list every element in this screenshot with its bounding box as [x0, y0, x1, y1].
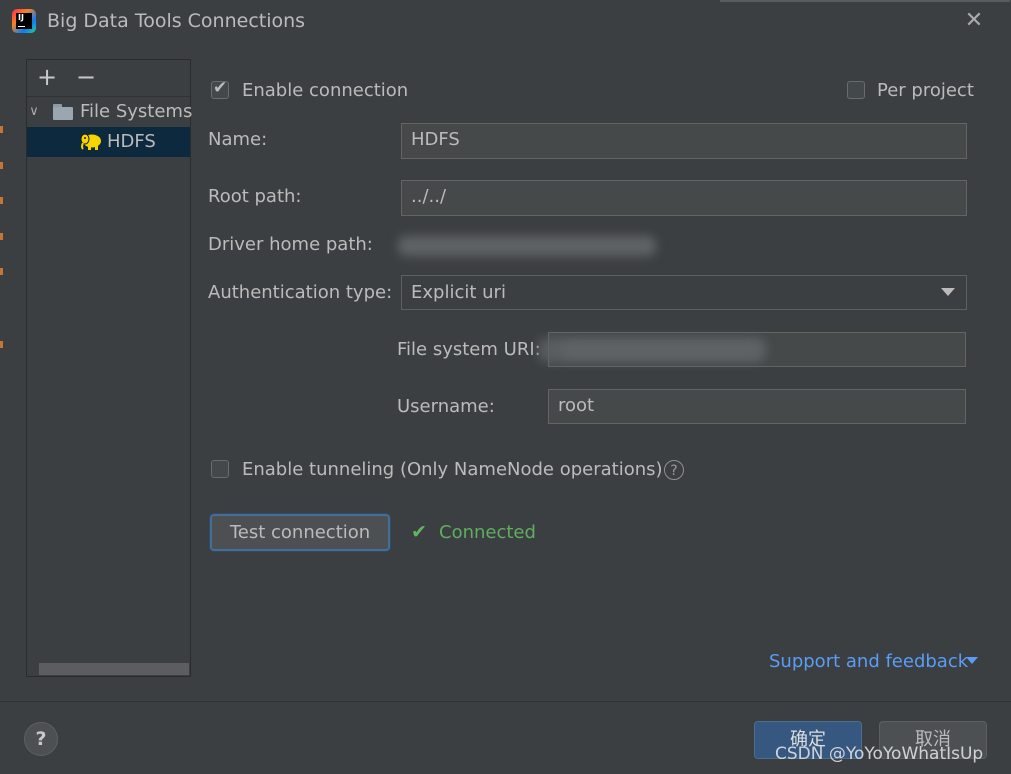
file-system-uri-label: File system URI: [397, 339, 541, 360]
name-label: Name: [208, 129, 268, 150]
authentication-type-select[interactable]: Explicit uri [401, 275, 967, 310]
help-icon[interactable]: ? [664, 460, 684, 480]
title-bar-accent [720, 0, 1010, 2]
hadoop-elephant-icon [80, 131, 102, 151]
enable-connection-label: Enable connection [242, 80, 409, 101]
chevron-down-icon[interactable]: ∨ [27, 102, 41, 122]
connection-status-text: Connected [439, 522, 536, 543]
editor-gutter-marker [0, 126, 3, 133]
folder-icon [53, 104, 73, 120]
per-project-label: Per project [877, 80, 974, 101]
file-system-uri-redacted [538, 330, 768, 372]
test-connection-button[interactable]: Test connection [210, 514, 390, 551]
close-icon[interactable]: ✕ [961, 8, 987, 34]
editor-gutter-marker [0, 197, 3, 204]
checkmark-icon: ✔ [213, 78, 228, 98]
editor-gutter-marker [0, 162, 3, 169]
root-path-label: Root path: [208, 186, 302, 207]
username-field[interactable]: root [548, 389, 966, 424]
sidebar-toolbar-divider [27, 96, 190, 97]
editor-gutter-marker [0, 268, 3, 275]
enable-connection-checkbox[interactable]: ✔ [211, 78, 229, 99]
tree-item-label: HDFS [107, 131, 156, 152]
help-button[interactable]: ? [24, 722, 58, 756]
root-path-field[interactable]: ../../ [401, 180, 967, 216]
driver-home-path-label: Driver home path: [208, 234, 373, 255]
chevron-down-icon[interactable] [966, 657, 978, 664]
add-connection-button[interactable]: + [36, 65, 58, 89]
footer-divider [0, 701, 1011, 702]
remove-connection-button[interactable]: − [75, 65, 97, 89]
authentication-type-label: Authentication type: [208, 282, 393, 303]
check-icon: ✔ [411, 521, 427, 543]
enable-tunneling-label: Enable tunneling (Only NameNode operatio… [242, 459, 663, 480]
intellij-idea-icon: IJ [12, 9, 36, 33]
editor-gutter-marker [0, 341, 3, 348]
name-field[interactable]: HDFS [401, 123, 967, 159]
window-title: Big Data Tools Connections [47, 10, 306, 32]
editor-gutter-marker [0, 233, 3, 240]
driver-home-path-redacted[interactable] [398, 232, 660, 260]
enable-tunneling-checkbox[interactable] [211, 460, 229, 478]
per-project-checkbox[interactable] [847, 81, 865, 99]
tree-group-file-systems[interactable]: File Systems [80, 101, 192, 122]
username-label: Username: [397, 396, 495, 417]
watermark: CSDN @YoYoYoWhatIsUp [775, 744, 984, 764]
dropdown-arrow-icon [941, 288, 955, 296]
sidebar-horizontal-scrollbar[interactable] [39, 663, 189, 675]
support-feedback-link[interactable]: Support and feedback [769, 651, 968, 672]
